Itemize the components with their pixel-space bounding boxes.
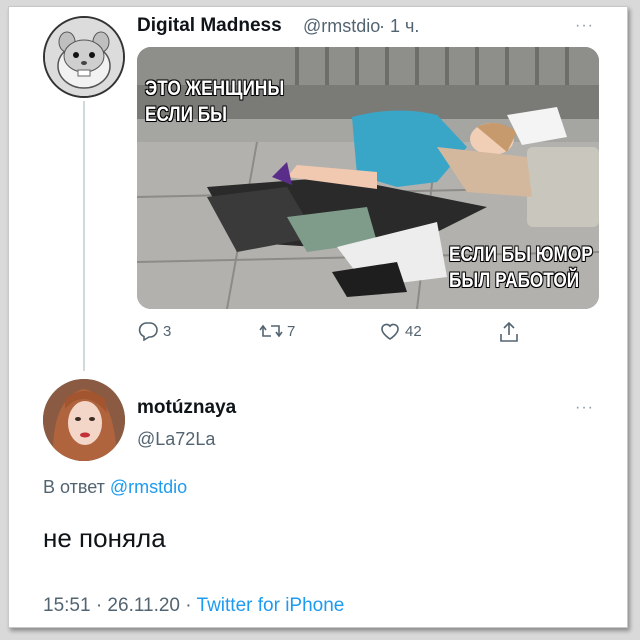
author-name[interactable]: motúznaya	[137, 397, 236, 419]
meme-image[interactable]: ЭТО ЖЕНЩИНЫ ЕСЛИ БЫ ЕСЛИ БЫ ЮМОР БЫЛ РАБ…	[137, 47, 599, 309]
more-options-button[interactable]: ···	[575, 399, 594, 417]
tweet-text: не поняла	[43, 523, 166, 553]
reply-button[interactable]: 3	[137, 321, 171, 341]
meme-caption-bottom-1: ЕСЛИ БЫ ЮМОР	[449, 243, 593, 266]
tweet-thread-card: Digital Madness @rmstdio · 1 ч. ··· ЭТО …	[8, 6, 628, 628]
reply-icon	[138, 322, 158, 341]
meme-caption-top-1: ЭТО ЖЕНЩИНЫ	[145, 77, 285, 100]
user-photo-avatar	[43, 379, 125, 461]
heart-icon	[381, 323, 399, 340]
share-button[interactable]	[499, 321, 519, 343]
retweet-button[interactable]: 7	[259, 321, 295, 341]
reply-mention-link[interactable]: @rmstdio	[110, 477, 187, 497]
like-count: 42	[405, 322, 422, 340]
like-button[interactable]: 42	[379, 321, 422, 341]
retweet-count: 7	[287, 322, 296, 340]
separator-dot: ·	[379, 16, 385, 36]
avatar[interactable]	[43, 16, 125, 98]
share-icon	[500, 321, 518, 342]
thread-connector	[83, 101, 85, 371]
more-options-button[interactable]: ···	[575, 17, 594, 35]
reply-prefix: В ответ	[43, 477, 105, 497]
avatar[interactable]	[43, 379, 125, 461]
tweet-source-link[interactable]: Twitter for iPhone	[197, 595, 345, 616]
author-handle[interactable]: @rmstdio	[303, 16, 380, 37]
reply-context: В ответ @rmstdio	[43, 477, 187, 498]
tweet-meta: 15:51 · 26.11.20 · Twitter for iPhone	[43, 595, 344, 617]
tweet-timestamp[interactable]: 15:51 · 26.11.20 ·	[43, 595, 192, 616]
meme-caption-bottom-2: БЫЛ РАБОТОЙ	[449, 269, 580, 292]
tweet-time[interactable]: 1 ч.	[390, 16, 419, 37]
reply-count: 3	[163, 322, 172, 340]
hamster-avatar-icon	[45, 18, 123, 96]
author-handle[interactable]: @La72La	[137, 429, 215, 450]
author-name[interactable]: Digital Madness	[137, 15, 282, 37]
meme-caption-top-2: ЕСЛИ БЫ	[145, 103, 227, 126]
retweet-icon	[259, 324, 283, 338]
